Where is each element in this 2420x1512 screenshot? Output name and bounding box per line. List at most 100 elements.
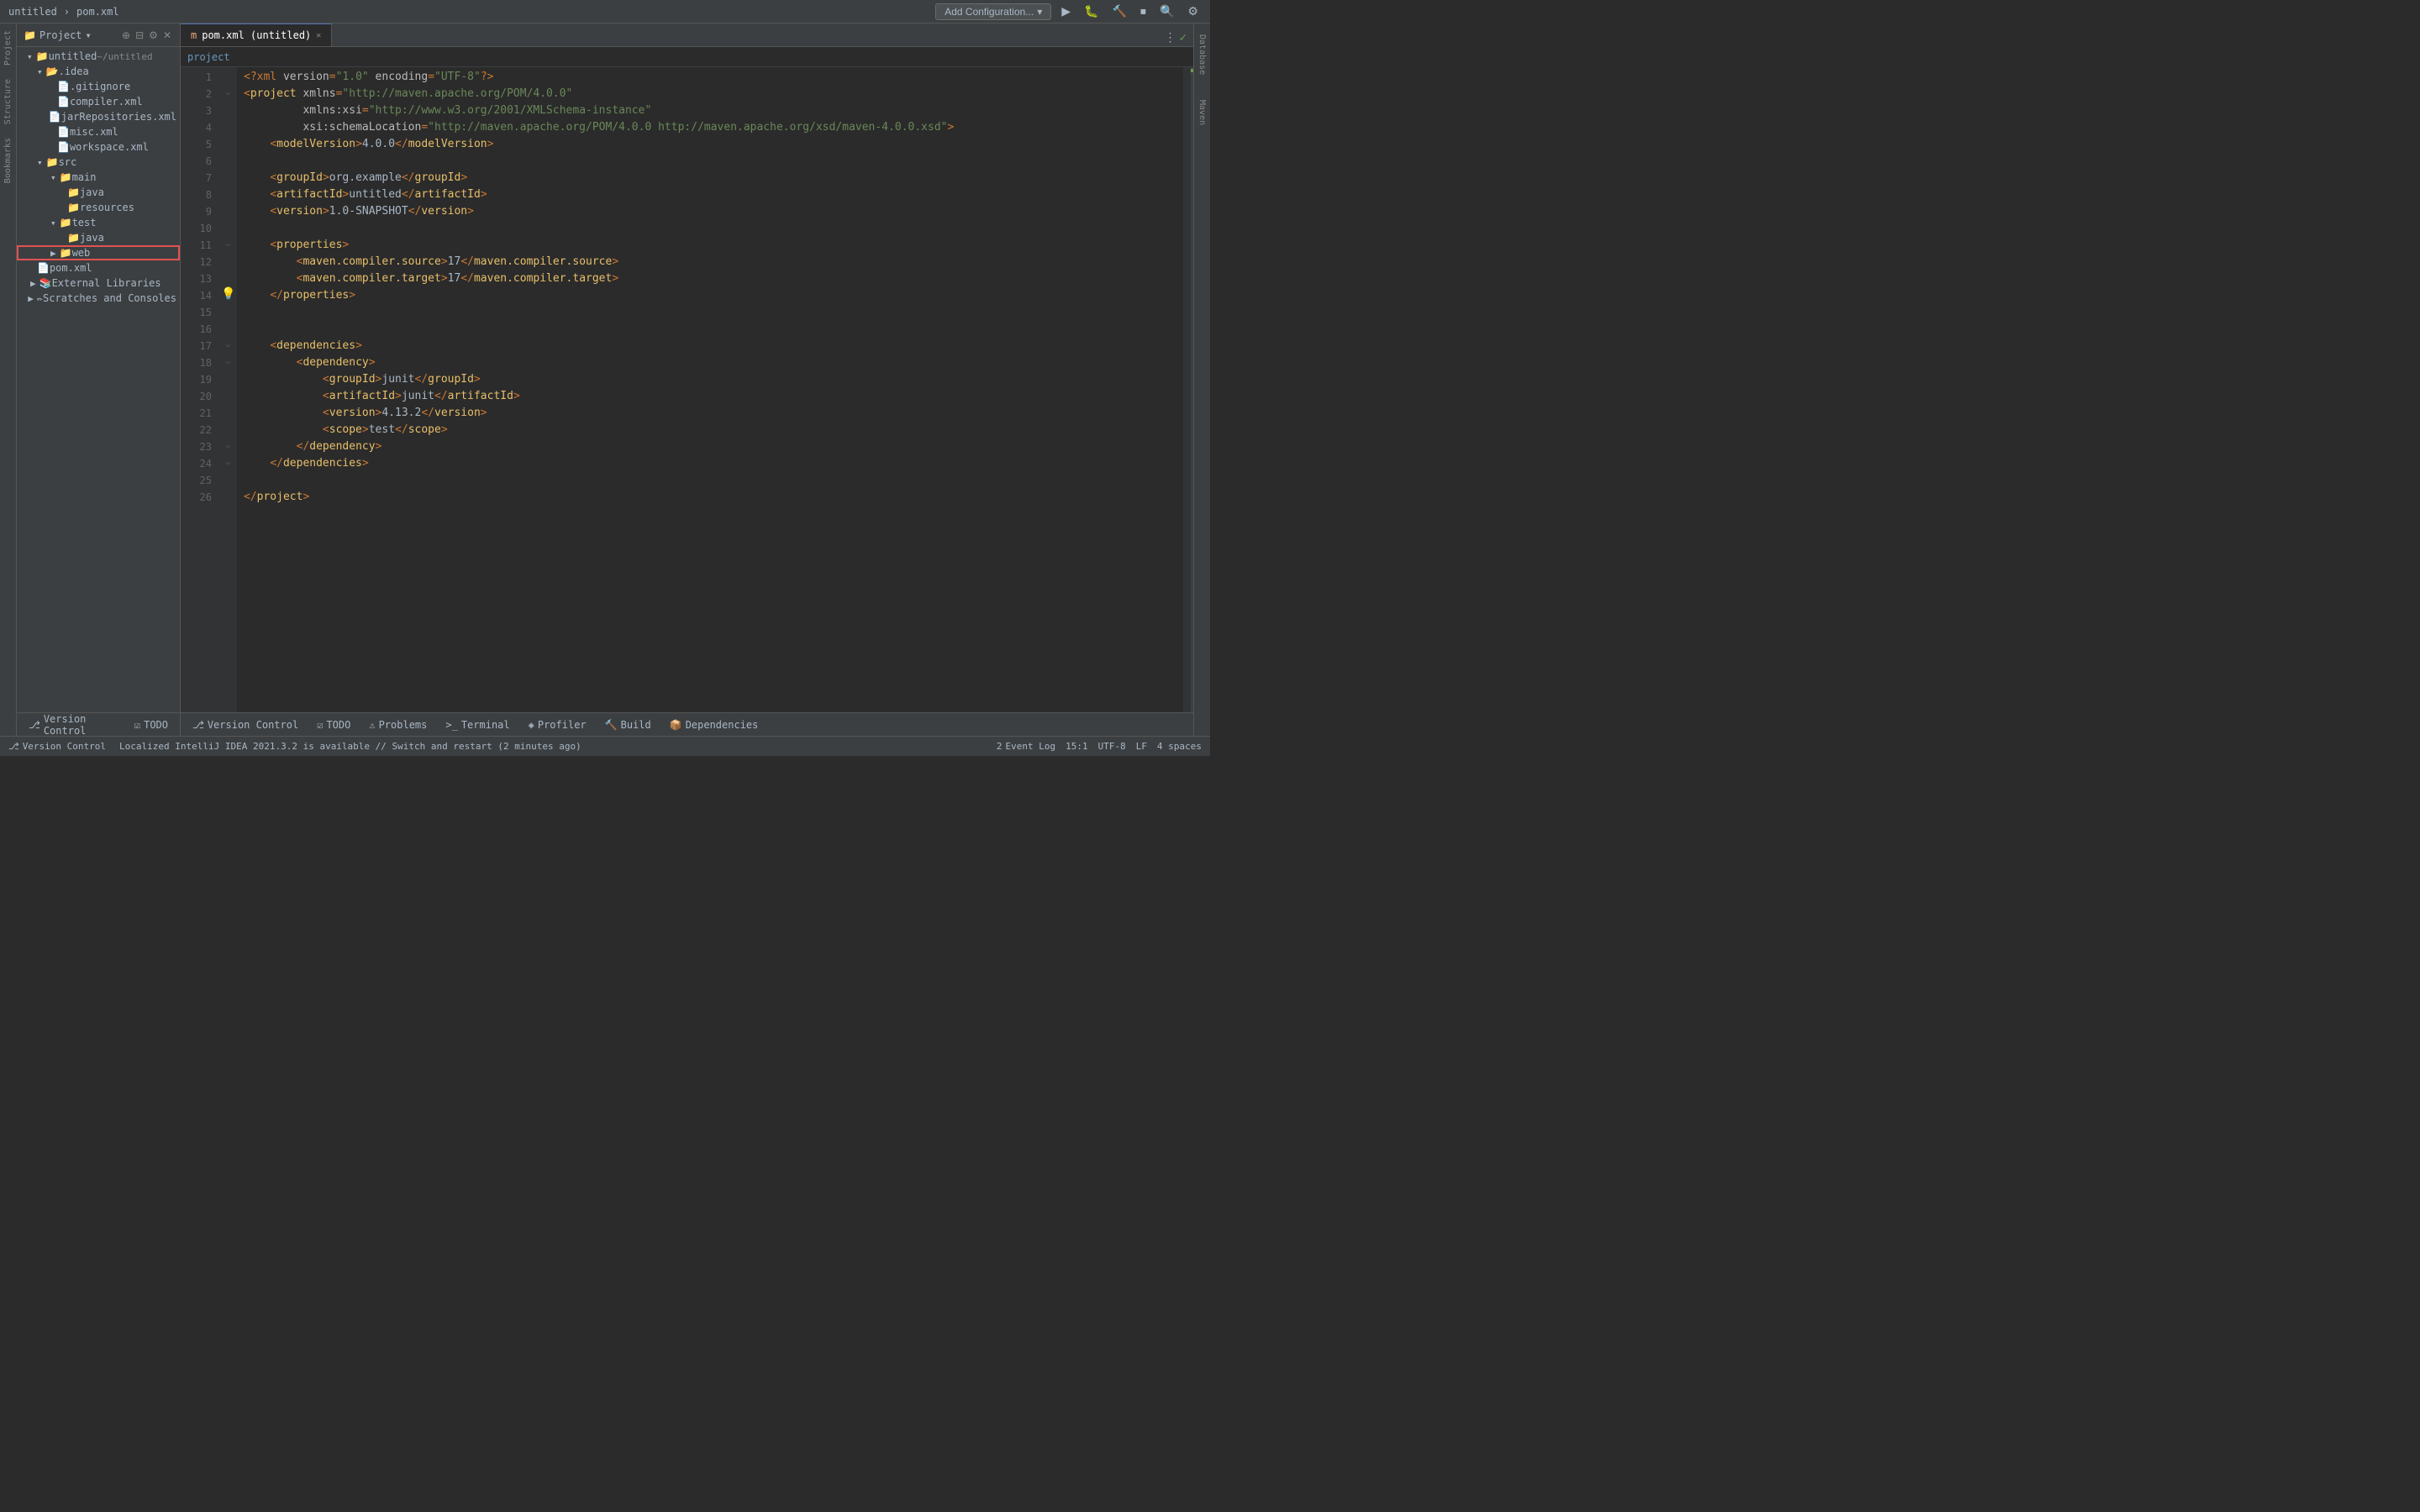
build-button[interactable]: 🔨 <box>1109 3 1130 20</box>
java-name: java <box>80 186 104 198</box>
tree-item-scratches[interactable]: ▶ ✏ Scratches and Consoles <box>17 291 180 306</box>
editor-tab-pom[interactable]: m pom.xml (untitled) ✕ <box>181 24 332 46</box>
web-name: web <box>72 247 91 259</box>
todo-tab[interactable]: ☑ TODO <box>126 713 176 736</box>
ln-20: 20 <box>181 388 212 405</box>
version-control-tab[interactable]: ⎇ Version Control <box>20 713 124 736</box>
title-filename: pom.xml <box>76 6 119 18</box>
tree-item-web[interactable]: ▶ 📁 web <box>17 245 180 260</box>
root-path: ~/untitled <box>97 51 152 62</box>
terminal-bottom-tab[interactable]: >_ Terminal <box>437 713 518 736</box>
build-bottom-tab[interactable]: 🔨 Build <box>597 713 660 736</box>
editor-tabs-actions: ⋮ ✓ <box>1161 29 1193 46</box>
maven-tab[interactable]: Maven <box>1197 100 1207 125</box>
tree-item-root[interactable]: ▾ 📁 untitled ~/untitled <box>17 49 180 64</box>
gc-11[interactable]: ⌵ <box>218 235 237 252</box>
close-panel-button[interactable]: ✕ <box>161 28 173 43</box>
gc-18[interactable]: ⌵ <box>218 353 237 370</box>
gc-24[interactable]: ⌵ <box>218 454 237 470</box>
more-tabs-button[interactable]: ⋮ <box>1161 29 1180 46</box>
pom-tab-icon: m <box>191 29 197 41</box>
fold-18-icon[interactable]: ⌵ <box>225 357 230 366</box>
line-sep-status[interactable]: LF <box>1136 741 1147 752</box>
fold-17-icon[interactable]: ⌵ <box>225 340 230 349</box>
tree-item-ext-libs[interactable]: ▶ 📚 External Libraries <box>17 276 180 291</box>
dependencies-bottom-tab[interactable]: 📦 Dependencies <box>661 713 767 736</box>
project-tab[interactable]: Project <box>1 24 15 72</box>
editor-tabs: m pom.xml (untitled) ✕ ⋮ ✓ <box>181 24 1193 47</box>
settings-button[interactable]: ⚙ <box>1184 3 1202 20</box>
add-configuration-button[interactable]: Add Configuration... ▾ <box>935 3 1051 20</box>
bookmarks-tab[interactable]: Bookmarks <box>1 131 15 190</box>
tree-item-gitignore[interactable]: 📄 .gitignore <box>17 79 180 94</box>
stop-button[interactable]: ⏹ <box>1137 3 1150 20</box>
debug-button[interactable]: 🐛 <box>1081 3 1102 20</box>
terminal-icon: >_ <box>445 719 457 731</box>
gc-17[interactable]: ⌵ <box>218 336 237 353</box>
search-button[interactable]: 🔍 <box>1156 3 1177 20</box>
version-control-bottom-tab[interactable]: ⎇ Version Control <box>184 713 307 736</box>
scrollbar[interactable] <box>1183 67 1193 712</box>
run-button[interactable]: ▶ <box>1058 3 1074 20</box>
idea-folder-icon: 📂 <box>46 66 59 77</box>
tree-item-resources[interactable]: 📁 resources <box>17 200 180 215</box>
gc-2[interactable]: ⌵ <box>218 84 237 101</box>
scratches-icon: ✏ <box>37 292 43 304</box>
encoding-status[interactable]: UTF-8 <box>1098 741 1126 752</box>
project-panel: 📁 Project ▾ ⊕ ⊟ ⚙ ✕ ▾ 📁 untitled ~/untit… <box>17 24 181 736</box>
add-config-label: Add Configuration... <box>944 6 1034 18</box>
tree-item-compiler-xml[interactable]: 📄 compiler.xml <box>17 94 180 109</box>
pom-icon: 📄 <box>37 262 50 274</box>
gc-25 <box>218 470 237 487</box>
gc-23[interactable]: ⌵ <box>218 437 237 454</box>
gc-10 <box>218 218 237 235</box>
main-name: main <box>72 171 97 183</box>
profiler-bottom-tab[interactable]: ◈ Profiler <box>520 713 595 736</box>
profiler-icon: ◈ <box>529 719 534 731</box>
fold-2-icon[interactable]: ⌵ <box>225 88 230 97</box>
problems-bottom-tab[interactable]: ⚠ Problems <box>360 713 435 736</box>
vcs-status[interactable]: ⎇ Version Control <box>8 741 106 752</box>
tree-item-test-java[interactable]: 📁 java <box>17 230 180 245</box>
tree-item-misc-xml[interactable]: 📄 misc.xml <box>17 124 180 139</box>
fold-11-icon[interactable]: ⌵ <box>225 239 230 249</box>
notification-status[interactable]: Localized IntelliJ IDEA 2021.3.2 is avai… <box>119 741 581 752</box>
jar-repos-name: jarRepositories.xml <box>61 111 176 123</box>
todo-bottom-tab[interactable]: ☑ TODO <box>308 713 359 736</box>
collapse-all-button[interactable]: ⊟ <box>134 28 145 43</box>
ext-libs-icon: 📚 <box>39 277 52 289</box>
editor-bottom-tabs: ⎇ Version Control ☑ TODO ⚠ Problems >_ T… <box>181 712 1193 736</box>
code-line-5: <modelVersion>4.0.0</modelVersion> <box>237 136 1183 153</box>
locate-file-button[interactable]: ⊕ <box>120 28 132 43</box>
tree-item-java[interactable]: 📁 java <box>17 185 180 200</box>
ln-12: 12 <box>181 254 212 270</box>
fold-23-icon[interactable]: ⌵ <box>225 441 230 450</box>
tree-item-src[interactable]: ▾ 📁 src <box>17 155 180 170</box>
indent-status[interactable]: 4 spaces <box>1157 741 1202 752</box>
vc-label: Version Control <box>44 713 116 737</box>
tree-item-pom[interactable]: 📄 pom.xml <box>17 260 180 276</box>
code-content[interactable]: <?xml version="1.0" encoding="UTF-8"?> <… <box>237 67 1183 712</box>
position-status[interactable]: 15:1 <box>1065 741 1088 752</box>
database-tab[interactable]: Database <box>1197 34 1207 75</box>
tree-item-workspace-xml[interactable]: 📄 workspace.xml <box>17 139 180 155</box>
event-log-status[interactable]: 2 Event Log <box>997 741 1055 752</box>
hint-14-icon[interactable]: 💡 <box>221 287 235 301</box>
panel-options-button[interactable]: ⚙ <box>147 28 160 43</box>
pom-tab-label: pom.xml (untitled) <box>202 29 311 41</box>
editor-area: m pom.xml (untitled) ✕ ⋮ ✓ project 1 2 3… <box>181 24 1193 736</box>
ln-4: 4 <box>181 119 212 136</box>
panel-title[interactable]: 📁 Project ▾ <box>24 29 92 41</box>
test-java-folder-icon: 📁 <box>67 232 80 244</box>
tree-item-test[interactable]: ▾ 📁 test <box>17 215 180 230</box>
tree-item-main[interactable]: ▾ 📁 main <box>17 170 180 185</box>
file-tree: ▾ 📁 untitled ~/untitled ▾ 📂 .idea 📄 .git… <box>17 47 180 712</box>
structure-tab[interactable]: Structure <box>1 72 15 131</box>
tree-item-jar-repos-xml[interactable]: 📄 jarRepositories.xml <box>17 109 180 124</box>
fold-24-icon[interactable]: ⌵ <box>225 458 230 467</box>
tree-item-idea[interactable]: ▾ 📂 .idea <box>17 64 180 79</box>
tab-close-button[interactable]: ✕ <box>316 31 321 40</box>
code-editor[interactable]: 1 2 3 4 5 6 7 8 9 10 11 12 13 14 15 16 1… <box>181 67 1193 712</box>
code-line-1: <?xml version="1.0" encoding="UTF-8"?> <box>237 69 1183 86</box>
notification-text: Localized IntelliJ IDEA 2021.3.2 is avai… <box>119 741 581 752</box>
